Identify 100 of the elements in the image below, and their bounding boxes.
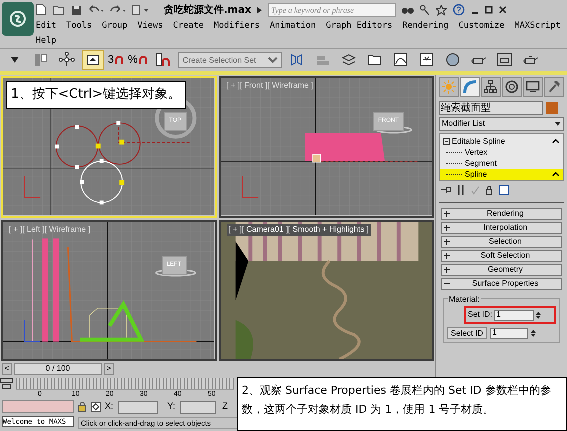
- menu-item[interactable]: Customize: [458, 20, 505, 33]
- layers-icon: [342, 53, 356, 67]
- triangle-icon: [257, 6, 262, 14]
- project-icon[interactable]: [132, 4, 150, 16]
- sphere-icon: [446, 53, 460, 67]
- stack-item[interactable]: Vertex: [440, 147, 563, 158]
- save-icon[interactable]: [71, 4, 82, 16]
- new-file-icon[interactable]: [36, 4, 47, 16]
- align-icon: [316, 53, 330, 67]
- x-label: X:: [105, 400, 114, 414]
- object-color-swatch[interactable]: [546, 102, 558, 114]
- next-frame-button[interactable]: >: [104, 363, 114, 375]
- menu-item[interactable]: Animation: [270, 20, 316, 33]
- transform-mode-icon[interactable]: [91, 402, 101, 412]
- folder-icon: [368, 53, 382, 67]
- nodes-icon: [59, 52, 75, 68]
- menu-item[interactable]: Help: [36, 34, 56, 48]
- curve-icon: [463, 80, 477, 94]
- menu-item[interactable]: Tools: [66, 20, 92, 33]
- magnet-icon: [156, 53, 170, 67]
- graph-icon: [394, 53, 408, 67]
- link-icon: [33, 52, 49, 68]
- track-bar-icon[interactable]: [0, 378, 14, 390]
- check-icon[interactable]: [471, 186, 480, 194]
- collapse-icon[interactable]: [443, 138, 450, 145]
- folder-icon[interactable]: [53, 4, 65, 16]
- modifier-list-dropdown[interactable]: Modifier List: [439, 117, 564, 131]
- callout: 2、观察 Surface Properties 卷展栏内的 Set ID 参数栏中的参数，这两个子对象材质 ID 为 1，使用 1 号子材质。: [237, 377, 567, 431]
- menu-item[interactable]: Views: [138, 20, 164, 33]
- panel-tab[interactable]: [481, 77, 501, 97]
- app-button[interactable]: [2, 2, 34, 36]
- upload-icon: [87, 55, 99, 65]
- lock-icon[interactable]: [78, 402, 87, 412]
- mirror-icon: [290, 53, 304, 67]
- track-bar[interactable]: [16, 378, 234, 390]
- prev-frame-button[interactable]: <: [2, 363, 12, 375]
- toolbar-button[interactable]: [82, 50, 104, 70]
- pin-icon[interactable]: [441, 186, 451, 194]
- caret-icon: [11, 57, 19, 63]
- help-icon[interactable]: [453, 4, 466, 16]
- rollout-header[interactable]: Surface Properties: [441, 278, 562, 290]
- set-id-label: Set ID:: [468, 309, 492, 321]
- rollout-header[interactable]: Interpolation: [441, 222, 562, 234]
- viewport-label[interactable]: [ + ][ Camera01 ][ Smooth + Highlights ]: [226, 224, 372, 236]
- menu-item[interactable]: Create: [173, 20, 204, 33]
- object-name-field[interactable]: 绳索截面型: [439, 101, 543, 115]
- script-listener-field[interactable]: [2, 400, 74, 413]
- rollout-header[interactable]: Selection: [441, 236, 562, 248]
- search-field[interactable]: Type a keyword or phrase: [268, 3, 396, 17]
- close-icon[interactable]: [499, 6, 508, 14]
- lock-icon[interactable]: [486, 186, 493, 194]
- window-icon: [420, 53, 434, 67]
- select-id-field[interactable]: 1: [490, 328, 528, 338]
- set-id-field[interactable]: 1: [494, 310, 534, 320]
- selection-set-dropdown[interactable]: Create Selection Set: [178, 52, 282, 68]
- menu-item[interactable]: Modifiers: [214, 20, 260, 33]
- panel-tab[interactable]: [544, 77, 564, 97]
- caret-icon: [555, 122, 561, 126]
- panel-tab[interactable]: [502, 77, 522, 97]
- stack-item[interactable]: Editable Spline: [440, 136, 563, 147]
- rollout-header[interactable]: Soft Selection: [441, 250, 562, 262]
- magnet-icon: [115, 56, 124, 64]
- time-slider-thumb[interactable]: 0 / 100: [14, 363, 102, 375]
- magnet-icon: [138, 56, 148, 64]
- undo-icon[interactable]: [88, 5, 104, 15]
- menu-item[interactable]: Group: [102, 20, 128, 33]
- maximize-icon[interactable]: [485, 6, 494, 14]
- z-label: Z: [222, 400, 228, 414]
- stack-item[interactable]: Spline: [440, 169, 563, 180]
- snap-button[interactable]: 3: [108, 52, 124, 68]
- menu-item[interactable]: Rendering: [402, 20, 449, 33]
- hierarchy-icon: [484, 80, 498, 94]
- callout: 1、按下<Ctrl>键选择对象。: [6, 81, 186, 108]
- hammer-icon: [547, 80, 561, 94]
- panel-tab[interactable]: [523, 77, 543, 97]
- teapot-icon: [496, 53, 513, 67]
- binoculars-icon[interactable]: [402, 5, 414, 15]
- chevron-icon: [552, 139, 560, 144]
- pipe-icon[interactable]: [457, 185, 465, 195]
- star-icon[interactable]: [436, 4, 448, 16]
- viewport[interactable]: [ + ][ Camera01 ][ Smooth + Highlights ]: [218, 220, 434, 361]
- x-coordinate-field[interactable]: [118, 400, 158, 414]
- window-title: 贪吃蛇源文件.max: [164, 4, 252, 18]
- configure-icon[interactable]: [499, 185, 509, 195]
- menu-item[interactable]: Edit: [36, 20, 56, 33]
- select-id-button[interactable]: Select ID: [447, 327, 488, 339]
- y-label: Y:: [168, 400, 176, 414]
- y-coordinate-field[interactable]: [180, 400, 216, 414]
- stack-item[interactable]: Segment: [440, 158, 563, 169]
- redo-icon[interactable]: [110, 5, 126, 15]
- rollout-header[interactable]: Geometry: [441, 264, 562, 276]
- chevron-icon: [552, 172, 560, 177]
- menu-item[interactable]: MAXScript: [514, 20, 561, 33]
- spinner-icon[interactable]: [531, 328, 536, 338]
- ring-icon: [505, 80, 519, 94]
- menu-item[interactable]: Graph Editors: [326, 20, 393, 33]
- rollout-header[interactable]: Rendering: [441, 208, 562, 220]
- panel-tab[interactable]: [460, 77, 480, 97]
- monitor-icon: [526, 80, 540, 94]
- snap-button[interactable]: %: [128, 52, 148, 68]
